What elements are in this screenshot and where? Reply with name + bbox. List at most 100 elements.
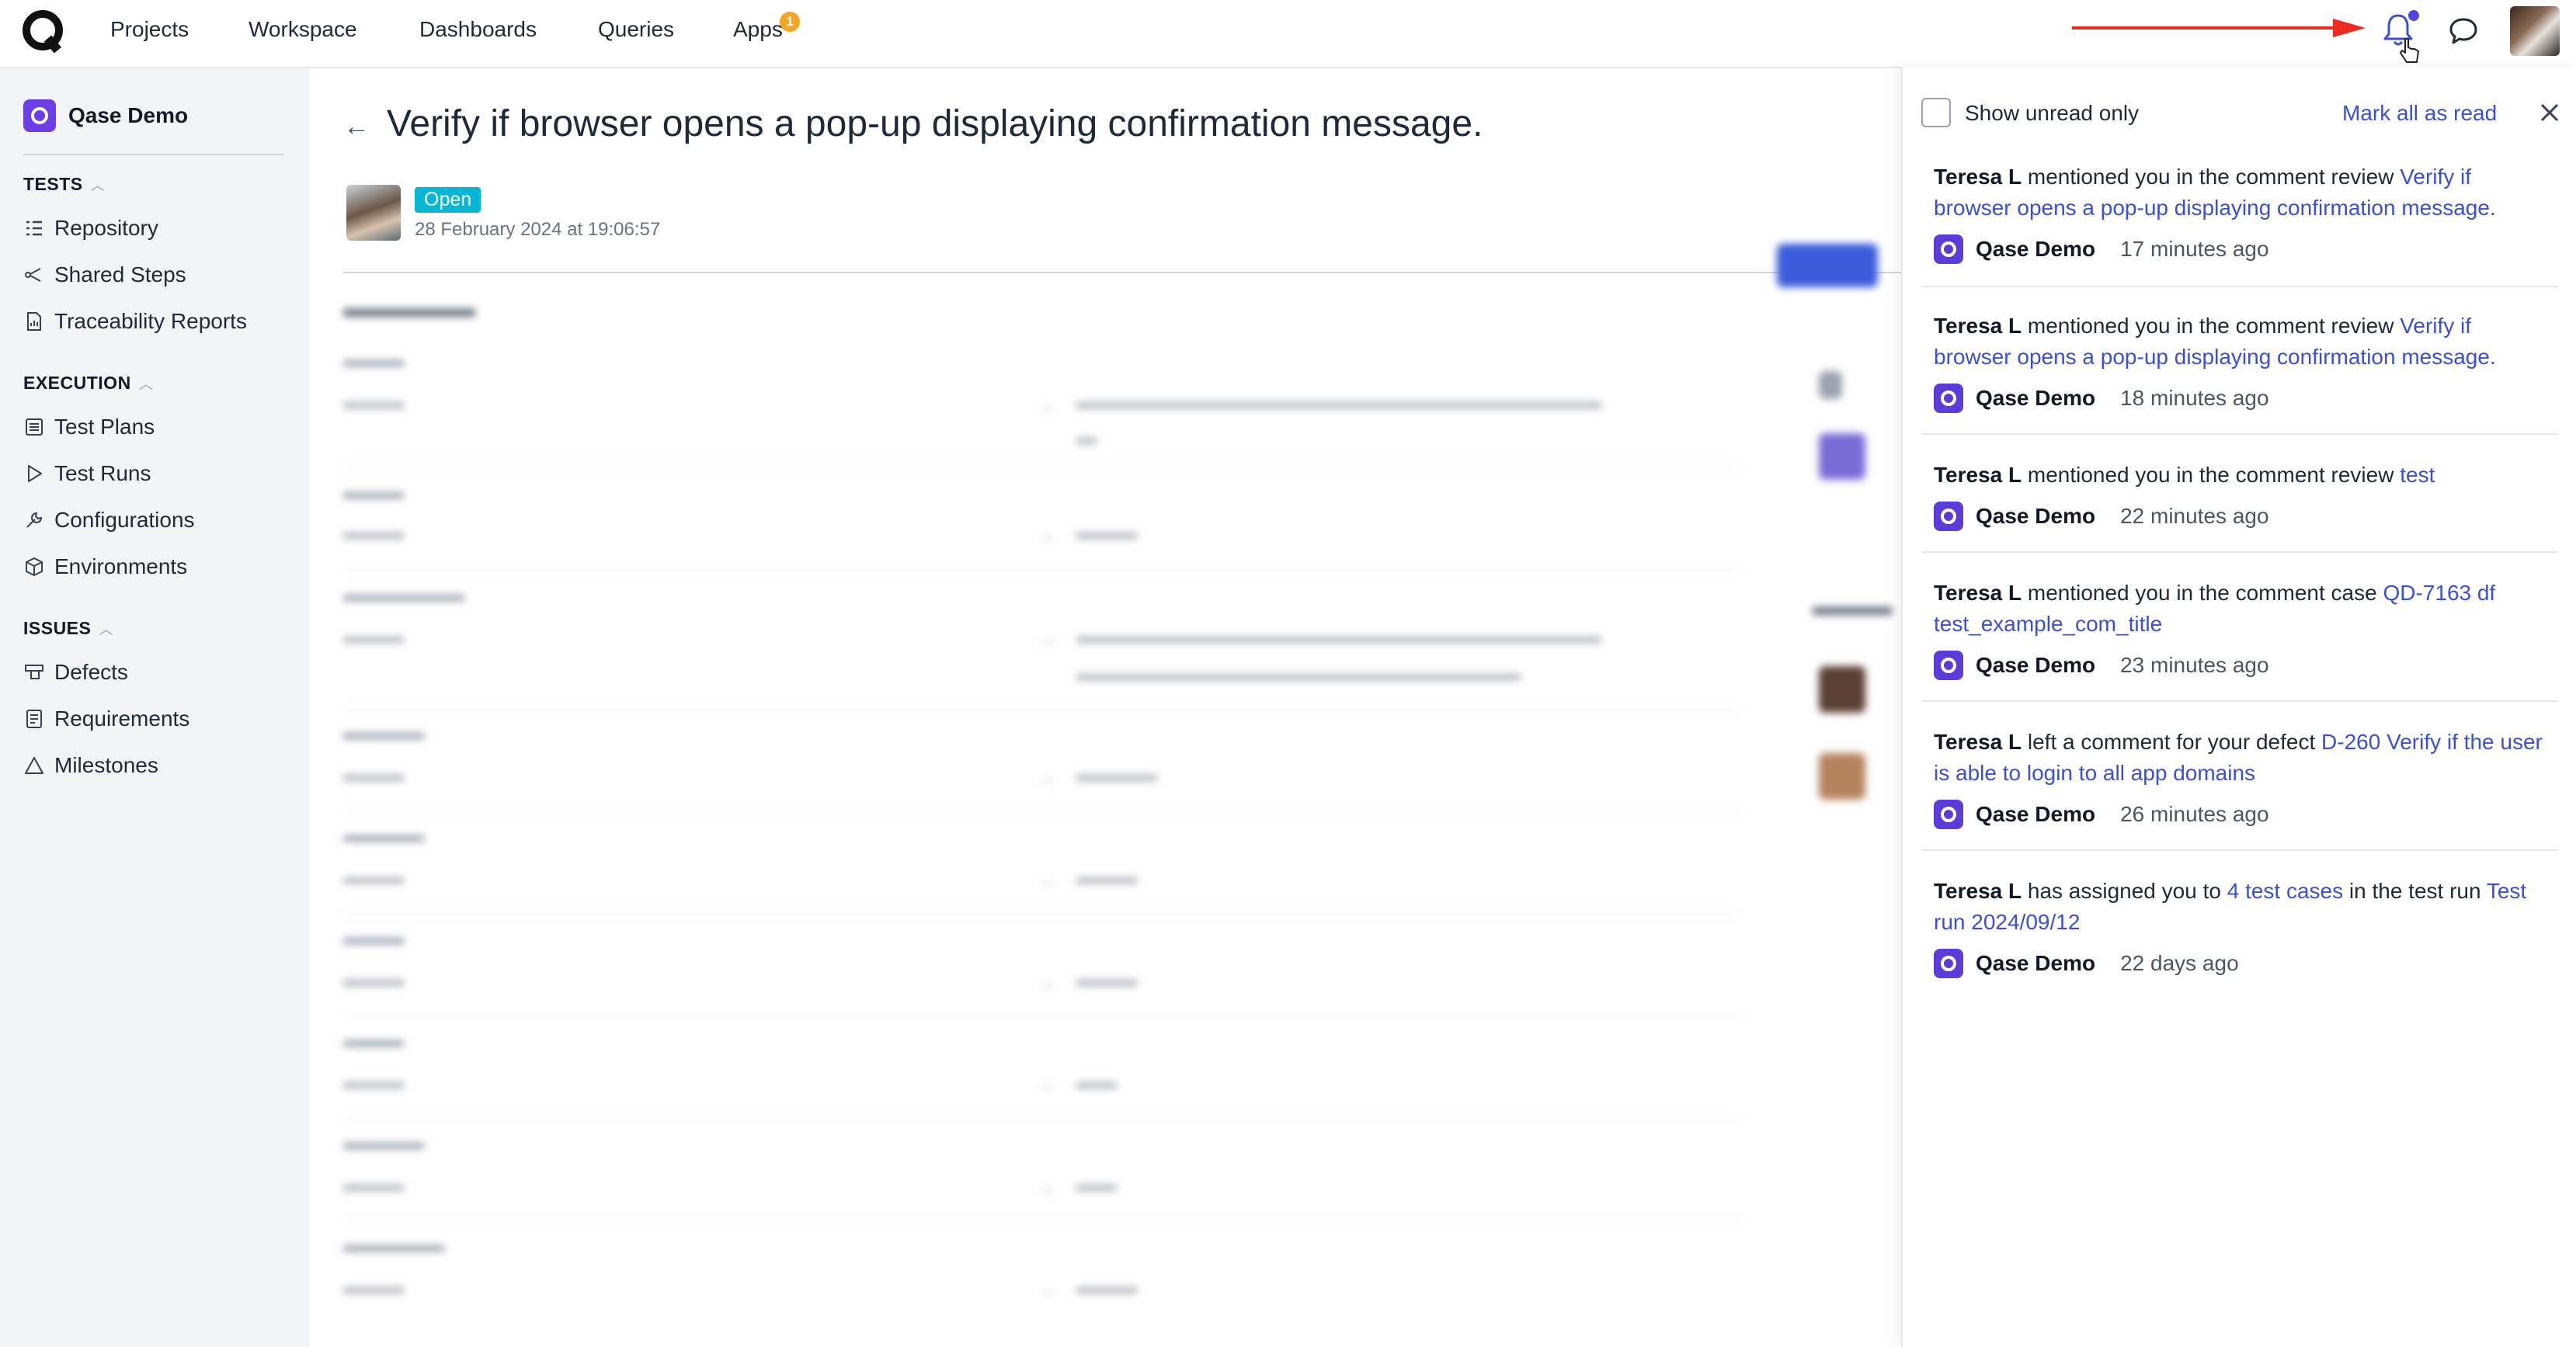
report-icon bbox=[27, 312, 41, 331]
created-date: 28 February 2024 at 19:06:57 bbox=[415, 219, 661, 240]
qase-logo-icon[interactable] bbox=[20, 7, 68, 55]
hand-cursor-icon bbox=[2400, 38, 2419, 63]
blurred-value: → bbox=[1036, 393, 1056, 416]
notification-divider bbox=[1921, 700, 2558, 702]
sidebar-item-label: Traceability Reports bbox=[54, 309, 247, 333]
notification-link[interactable]: 4 test cases bbox=[2227, 879, 2343, 903]
sidebar-item-test-plans[interactable]: Test Plans bbox=[23, 415, 155, 439]
list-tree-icon bbox=[26, 220, 42, 236]
blurred-value: ▬▬▬ bbox=[343, 1070, 404, 1093]
section-issues-label: ISSUES bbox=[23, 618, 92, 638]
show-unread-label[interactable]: Show unread only bbox=[1965, 101, 2139, 126]
red-arrow-annotation bbox=[2072, 19, 2366, 37]
blurred-background-content: ▬▬▬▬▬ ▬▬▬ ▬▬▬ → ▬▬▬▬▬▬▬▬▬▬▬▬▬▬▬▬▬▬▬▬▬▬▬▬… bbox=[343, 244, 1896, 1342]
blurred-value: ▬▬▬▬ bbox=[1076, 762, 1157, 786]
blurred-value: ▬▬▬ bbox=[1076, 967, 1137, 991]
blurred-divider bbox=[343, 466, 1741, 467]
notification-link[interactable]: test bbox=[2400, 463, 2435, 487]
blurred-value: ▬▬▬ bbox=[343, 624, 404, 647]
blurred-value: ▬▬▬ bbox=[343, 520, 404, 543]
mark-all-read-link[interactable]: Mark all as read bbox=[2342, 101, 2497, 126]
sidebar-item-label: Repository bbox=[54, 216, 158, 240]
page-title: Verify if browser opens a pop-up display… bbox=[387, 103, 1483, 144]
back-arrow-icon[interactable]: ← bbox=[343, 112, 370, 142]
notification-project: Qase Demo bbox=[1976, 802, 2096, 826]
blurred-label: ▬▬▬ bbox=[343, 480, 404, 503]
sidebar-item-repository[interactable]: Repository bbox=[23, 216, 158, 241]
chat-icon[interactable] bbox=[2448, 16, 2479, 47]
sidebar-item-label: Test Runs bbox=[54, 461, 151, 485]
blurred-divider bbox=[343, 811, 1741, 812]
section-issues[interactable]: ISSUES ︿ bbox=[23, 618, 113, 639]
blurred-value: → bbox=[1036, 523, 1056, 547]
sidebar-item-environments[interactable]: Environments bbox=[23, 554, 187, 579]
blurred-divider bbox=[343, 1118, 1741, 1120]
notification-project: Qase Demo bbox=[1976, 237, 2096, 261]
sidebar-item-milestones[interactable]: Milestones bbox=[23, 753, 158, 778]
milestone-icon bbox=[25, 757, 43, 774]
user-avatar[interactable] bbox=[2510, 6, 2560, 56]
close-icon[interactable] bbox=[2538, 101, 2561, 124]
blurred-value: ▬▬ bbox=[1076, 1172, 1117, 1196]
notification-author: Teresa L bbox=[1934, 463, 2022, 487]
notification-text: Teresa L mentioned you in the comment re… bbox=[1934, 311, 2547, 373]
blurred-label: ▬▬▬▬ bbox=[343, 823, 424, 846]
blurred-value: ▬▬▬▬▬▬▬▬▬▬▬▬▬▬▬▬▬▬▬▬▬▬▬▬▬▬ bbox=[1076, 390, 1601, 413]
sidebar-item-test-runs[interactable]: Test Runs bbox=[23, 461, 151, 486]
blurred-value: → bbox=[1036, 868, 1056, 891]
nav-queries[interactable]: Queries bbox=[598, 17, 674, 42]
sidebar-item-configurations[interactable]: Configurations bbox=[23, 508, 195, 533]
blurred-value: ▬▬▬ bbox=[343, 967, 404, 991]
wrench-icon bbox=[26, 512, 43, 528]
blurred-value: ▬▬▬▬▬▬▬▬▬▬▬▬▬▬▬▬▬▬▬▬▬▬▬▬▬▬ bbox=[1076, 624, 1601, 647]
notification-author: Teresa L bbox=[1934, 581, 2022, 605]
sidebar-item-label: Configurations bbox=[54, 508, 195, 532]
notification-divider bbox=[1921, 551, 2558, 553]
project-selector[interactable]: Qase Demo bbox=[23, 99, 188, 132]
project-icon bbox=[1934, 384, 1963, 413]
sidebar-item-traceability[interactable]: Traceability Reports bbox=[23, 309, 247, 334]
blurred-divider bbox=[343, 1220, 1741, 1222]
blurred-avatar bbox=[1819, 666, 1865, 713]
notification-author: Teresa L bbox=[1934, 165, 2022, 189]
notification-project: Qase Demo bbox=[1976, 386, 2096, 410]
notification-divider bbox=[1921, 286, 2558, 287]
defect-icon bbox=[25, 665, 43, 679]
notification-meta: Qase Demo 23 minutes ago bbox=[1934, 651, 2269, 680]
blurred-value: ▬▬▬ bbox=[343, 762, 404, 786]
section-execution[interactable]: EXECUTION ︿ bbox=[23, 373, 153, 394]
sidebar-item-defects[interactable]: Defects bbox=[23, 660, 128, 685]
play-icon bbox=[28, 465, 42, 482]
blurred-label: ▬▬▬▬ bbox=[343, 1130, 424, 1154]
blurred-divider bbox=[343, 913, 1741, 915]
nav-workspace[interactable]: Workspace bbox=[249, 17, 357, 42]
nav-dashboards[interactable]: Dashboards bbox=[419, 17, 537, 42]
blurred-label: ▬▬▬ bbox=[343, 925, 404, 949]
blurred-button bbox=[1777, 244, 1878, 287]
notification-divider bbox=[1921, 433, 2558, 435]
notification-project: Qase Demo bbox=[1976, 951, 2096, 975]
project-name: Qase Demo bbox=[68, 103, 189, 127]
notification-project: Qase Demo bbox=[1976, 653, 2096, 677]
notification-action: in the test run bbox=[2343, 879, 2487, 903]
blurred-value: ▬▬▬ bbox=[1076, 865, 1137, 888]
sidebar-item-label: Test Plans bbox=[54, 415, 155, 439]
notification-time: 23 minutes ago bbox=[2120, 653, 2269, 677]
nav-apps[interactable]: Apps bbox=[733, 17, 783, 42]
blurred-label: ▬▬▬ bbox=[343, 348, 404, 371]
blurred-value: ▬▬▬ bbox=[1076, 520, 1137, 543]
notification-action: mentioned you in the comment review bbox=[2022, 314, 2400, 338]
sidebar-item-shared-steps[interactable]: Shared Steps bbox=[23, 262, 186, 287]
notification-text: Teresa L mentioned you in the comment re… bbox=[1934, 460, 2547, 491]
project-icon bbox=[23, 99, 56, 132]
nav-projects[interactable]: Projects bbox=[110, 17, 189, 42]
sidebar-item-requirements[interactable]: Requirements bbox=[23, 706, 189, 731]
blurred-value: ▬▬▬ bbox=[343, 865, 404, 888]
project-icon bbox=[1934, 949, 1963, 978]
sidebar-item-label: Shared Steps bbox=[54, 262, 186, 286]
show-unread-checkbox[interactable] bbox=[1921, 98, 1951, 127]
notification-time: 22 minutes ago bbox=[2120, 504, 2269, 528]
plan-icon bbox=[26, 418, 43, 436]
section-tests[interactable]: TESTS ︿ bbox=[23, 174, 105, 195]
blurred-value: ▬▬▬ bbox=[343, 390, 404, 413]
